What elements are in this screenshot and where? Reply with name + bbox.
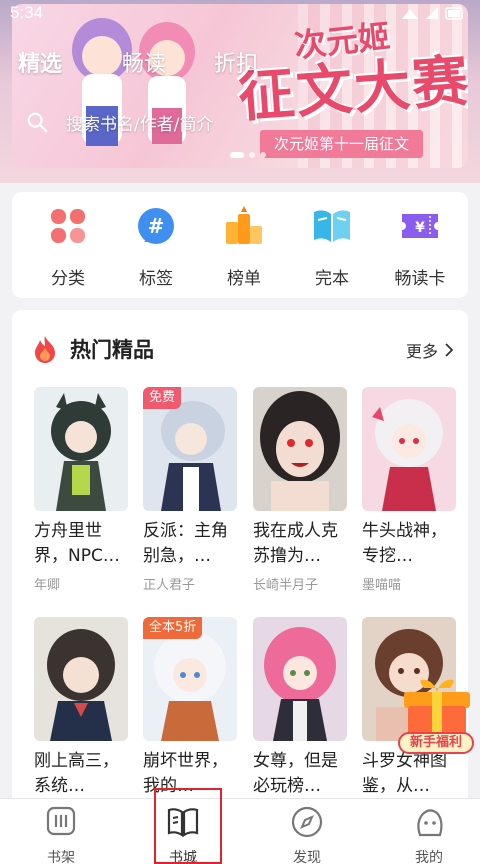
nav-label: 书架	[47, 850, 75, 864]
new-user-gift-label[interactable]: 新手福利	[398, 732, 474, 754]
ranking-icon	[226, 206, 262, 244]
book-title: 女尊，但是必玩榜…	[253, 751, 338, 796]
nav-discover[interactable]: 发现	[272, 805, 342, 864]
compass-icon	[291, 806, 323, 838]
status-time: 5:34	[10, 3, 44, 22]
book-cover-art	[34, 617, 128, 741]
book-title: 牛头战神，专挖…	[362, 521, 447, 566]
free-badge: 免费	[143, 387, 182, 409]
book-card[interactable]: 全本5折 崩坏世界，我的…	[143, 617, 237, 799]
tab-free-read[interactable]: 畅读	[122, 46, 166, 78]
book-cover-art	[253, 387, 347, 511]
header-banner-area: 次元姬 征文大赛 次元姬第十一届征文 5:34 精选 畅读 折扣 搜索书名/作者…	[0, 0, 480, 183]
nav-label: 我的	[415, 850, 443, 864]
banner-anime-girls-illustration	[72, 18, 195, 146]
book-card[interactable]: 免费 反派：主角别急，… 正人君子	[143, 387, 237, 593]
discount-badge: 全本5折	[143, 617, 203, 639]
book-title: 斗罗女神图鉴，从…	[362, 751, 447, 796]
open-book-icon	[314, 210, 350, 242]
book-cover-art	[362, 387, 456, 511]
book-author: 正人君子	[143, 578, 196, 593]
tab-discount[interactable]: 折扣	[214, 46, 258, 78]
search-placeholder: 搜索书名/作者/简介	[66, 114, 214, 135]
book-author: 年卿	[34, 578, 61, 593]
category-label: 畅读卡	[394, 269, 446, 289]
book-cover: 免费	[143, 387, 237, 511]
book-cover-art	[34, 387, 128, 511]
book-card[interactable]: 我在成人克苏撸为… 长崎半月子	[253, 387, 347, 593]
wifi-icon	[402, 9, 418, 19]
category-shortcuts: 分类 # 标签 榜单 完本 ¥ 畅读卡	[12, 192, 468, 298]
book-card[interactable]: 方舟里世界，NPC… 年卿	[34, 387, 128, 593]
pagination-dot	[260, 152, 266, 158]
book-cover: 全本5折	[143, 617, 237, 741]
book-title: 我在成人克苏撸为…	[253, 521, 338, 566]
book-title: 反派：主角别急，…	[143, 521, 228, 566]
more-label: 更多	[405, 342, 438, 361]
book-card[interactable]: 女尊，但是必玩榜…	[253, 617, 347, 799]
book-cover	[34, 387, 128, 511]
book-cover	[253, 617, 347, 741]
nav-profile[interactable]: 我的	[394, 805, 464, 864]
bottom-navigation: 书架 书城 发现 我的	[0, 798, 480, 864]
pagination-dot	[249, 152, 255, 158]
book-title: 刚上高三，系统…	[34, 751, 119, 796]
category-classify[interactable]: 分类	[28, 206, 108, 289]
category-label: 分类	[51, 269, 85, 289]
tab-featured[interactable]: 精选	[18, 46, 62, 78]
nav-bookshelf[interactable]: 书架	[26, 805, 96, 864]
banner-pagination	[230, 152, 266, 158]
category-label: 榜单	[227, 269, 261, 289]
book-cover	[253, 387, 347, 511]
book-cover	[34, 617, 128, 741]
svg-text:¥: ¥	[415, 220, 425, 236]
category-reading-card[interactable]: ¥ 畅读卡	[380, 206, 460, 289]
category-completed[interactable]: 完本	[292, 206, 372, 289]
banner-subtitle: 次元姬第十一届征文	[260, 130, 424, 158]
status-icons	[402, 7, 463, 20]
profile-avatar-icon	[417, 809, 443, 837]
category-ranking[interactable]: 榜单	[204, 206, 284, 289]
category-label: 标签	[139, 269, 173, 289]
status-bar: 5:34	[0, 0, 480, 26]
search-icon	[27, 112, 48, 133]
clover-icon	[51, 209, 85, 243]
search-bar[interactable]: 搜索书名/作者/简介	[26, 108, 213, 136]
book-cover-art	[253, 617, 347, 741]
more-link[interactable]: 更多	[406, 338, 456, 362]
book-card[interactable]: 牛头战神，专挖… 墨喵喵	[362, 387, 456, 593]
flame-icon	[35, 336, 55, 363]
bookshelf-icon	[46, 806, 76, 836]
hashtag-icon: #	[138, 208, 174, 244]
selection-highlight-box	[154, 788, 222, 864]
promo-banner[interactable]: 次元姬 征文大赛 次元姬第十一届征文	[12, 4, 468, 168]
svg-text:#: #	[148, 214, 165, 238]
chevron-right-icon	[445, 343, 454, 357]
book-title: 方舟里世界，NPC…	[34, 521, 120, 566]
category-tags[interactable]: # 标签	[116, 206, 196, 289]
nav-label: 发现	[293, 850, 321, 864]
book-card[interactable]: 刚上高三，系统…	[34, 617, 128, 799]
hot-section-header: 热门精品	[30, 334, 154, 364]
pagination-dot-active	[230, 152, 244, 158]
book-author: 长崎半月子	[253, 578, 319, 593]
signal-icon	[426, 7, 438, 19]
category-label: 完本	[315, 269, 349, 289]
banner-title: 征文大赛	[236, 47, 468, 131]
ticket-icon: ¥	[402, 214, 438, 238]
book-cover	[362, 387, 456, 511]
book-author: 墨喵喵	[362, 578, 402, 593]
hot-section-title: 热门精品	[70, 338, 154, 362]
